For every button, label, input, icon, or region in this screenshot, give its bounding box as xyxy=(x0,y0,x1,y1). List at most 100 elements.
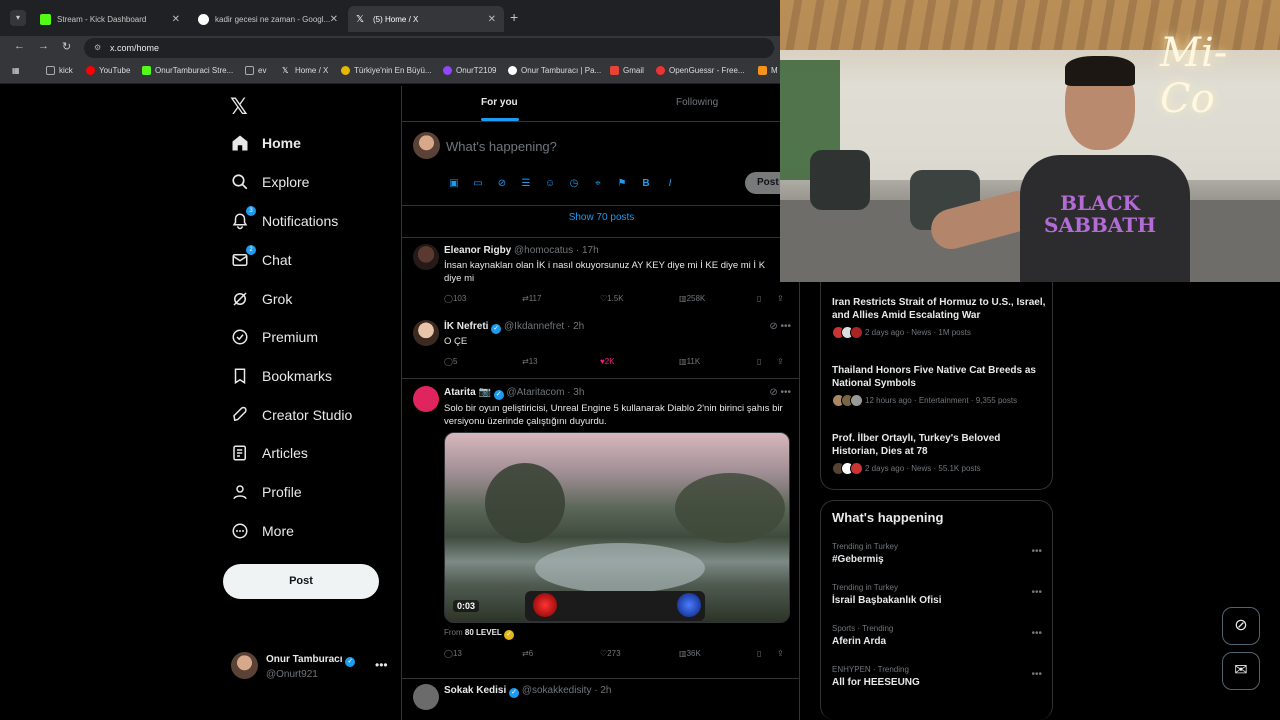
author-name[interactable]: Eleanor Rigby xyxy=(444,245,511,256)
nav-chat[interactable]: 2 Chat xyxy=(230,245,292,275)
author-handle[interactable]: @Ikdannefret xyxy=(504,321,564,332)
bookmark-kick[interactable]: kick xyxy=(46,66,73,75)
share-icon[interactable]: ⇪ xyxy=(777,357,784,366)
bookmark-youtube[interactable]: YouTube xyxy=(86,66,130,75)
news-item[interactable]: Prof. İlber Ortaylı, Turkey's Beloved Hi… xyxy=(832,432,1047,475)
nav-grok[interactable]: Grok xyxy=(230,284,292,314)
forward-icon[interactable]: → xyxy=(38,40,49,52)
nav-home[interactable]: Home xyxy=(230,128,301,158)
nav-explore[interactable]: Explore xyxy=(230,167,309,197)
tab-for-you[interactable]: For you xyxy=(481,97,518,108)
avatar[interactable] xyxy=(413,320,439,346)
location-icon[interactable]: ⌖ xyxy=(590,176,606,192)
bookmark-openguessr[interactable]: OpenGuessr - Free... xyxy=(656,66,745,75)
more-dots-icon[interactable]: ••• xyxy=(1031,546,1042,557)
bookmark-onurtamburaci-stream[interactable]: OnurTamburaci Stre... xyxy=(142,66,233,75)
repost-button[interactable]: ⇄ 6 xyxy=(522,649,533,658)
author-handle[interactable]: @homocatus xyxy=(514,245,573,256)
bookmark-onurt2109[interactable]: OnurT2109 xyxy=(443,66,496,75)
site-info-icon[interactable]: ⚙ xyxy=(94,38,101,58)
grok-icon[interactable]: ⊘ xyxy=(494,176,510,192)
tweet-time[interactable]: · 2h xyxy=(594,685,611,696)
apps-icon[interactable]: ▦ xyxy=(12,66,20,75)
share-icon[interactable]: ⇪ xyxy=(777,649,784,658)
views-button[interactable]: ▥ 36K xyxy=(679,649,701,658)
browser-tab-kick[interactable]: Stream - Kick Dashboard ✕ xyxy=(32,6,188,32)
bold-icon[interactable]: B xyxy=(638,176,654,192)
tweet-video[interactable]: 0:03 xyxy=(444,432,790,623)
bookmark-icon[interactable]: ▯ xyxy=(757,649,761,658)
tweet-time[interactable]: · 2h xyxy=(567,321,584,332)
bookmark-ev[interactable]: ev xyxy=(245,66,266,75)
new-tab-icon[interactable]: + xyxy=(510,9,518,25)
nav-more[interactable]: More xyxy=(230,516,294,546)
news-item[interactable]: Iran Restricts Strait of Hormuz to U.S.,… xyxy=(832,296,1047,339)
tab-following[interactable]: Following xyxy=(676,97,718,108)
trend-item[interactable]: Sports · Trending Aferin Arda ••• xyxy=(832,624,1042,647)
views-button[interactable]: ▥ 258K xyxy=(679,294,705,303)
author-handle[interactable]: @sokakkedisity xyxy=(522,685,592,696)
news-item[interactable]: Thailand Honors Five Native Cat Breeds a… xyxy=(832,364,1047,407)
share-icon[interactable]: ⇪ xyxy=(777,294,784,303)
trend-item[interactable]: ENHYPEN · Trending All for HEESEUNG ••• xyxy=(832,665,1042,688)
more-dots-icon[interactable]: ••• xyxy=(1031,669,1042,680)
nav-profile[interactable]: Profile xyxy=(230,477,302,507)
views-button[interactable]: ▥ 11K xyxy=(679,357,700,366)
back-icon[interactable]: ← xyxy=(14,40,25,52)
sidebar-post-button[interactable]: Post xyxy=(223,564,379,599)
close-icon[interactable]: ✕ xyxy=(488,14,496,25)
reply-button[interactable]: ◯ 13 xyxy=(444,649,462,658)
nav-premium[interactable]: Premium xyxy=(230,322,318,352)
tweet-time[interactable]: · 17h xyxy=(576,245,599,256)
author-handle[interactable]: @Ataritacom xyxy=(506,387,564,398)
author-name[interactable]: Sokak Kedisi xyxy=(444,685,506,696)
reply-button[interactable]: ◯ 103 xyxy=(444,294,466,303)
tab-search-icon[interactable]: ▾ xyxy=(10,10,26,26)
avatar[interactable] xyxy=(413,386,439,412)
emoji-icon[interactable]: ☺ xyxy=(542,176,558,192)
repost-button[interactable]: ⇄ 13 xyxy=(522,357,538,366)
address-bar[interactable]: ⚙ x.com/home xyxy=(84,38,774,58)
like-button[interactable]: ♥ 2K xyxy=(600,357,615,366)
browser-tab-x[interactable]: 𝕏 (5) Home / X ✕ xyxy=(348,6,504,32)
bookmark-onur-patreon[interactable]: Onur Tamburacı | Pa... xyxy=(508,66,601,75)
image-icon[interactable]: ▣ xyxy=(446,176,462,192)
bookmark-m[interactable]: M xyxy=(758,66,778,75)
author-name[interactable]: İK Nefreti xyxy=(444,321,488,332)
italic-icon[interactable]: I xyxy=(662,176,678,192)
trend-item[interactable]: Trending in Turkey #Gebermiş ••• xyxy=(832,542,1042,565)
tweet-time[interactable]: · 3h xyxy=(567,387,584,398)
avatar[interactable] xyxy=(413,684,439,710)
bookmark-gmail[interactable]: Gmail xyxy=(610,66,644,75)
tweet[interactable]: Eleanor Rigby @homocatus · 17h ⊘ İnsan k… xyxy=(402,238,799,313)
tweet[interactable]: Atarita 📷 ✓ @Ataritacom · 3h ⊘ ••• Solo … xyxy=(402,378,799,678)
compose-input[interactable]: What's happening? xyxy=(446,139,557,154)
like-button[interactable]: ♡ 1.5K xyxy=(600,294,624,303)
nav-articles[interactable]: Articles xyxy=(230,438,308,468)
tweet[interactable]: Sokak Kedisi ✓ @sokakkedisity · 2h xyxy=(402,678,799,720)
more-dots-icon[interactable]: ••• xyxy=(1031,587,1042,598)
browser-tab-google[interactable]: kadir gecesi ne zaman - Googl... ✕ xyxy=(190,6,346,32)
more-dots-icon[interactable]: ⊘ ••• xyxy=(769,321,791,332)
reload-icon[interactable]: ↻ xyxy=(62,40,71,53)
bookmark-turkiye[interactable]: Türkiye'nin En Büyü... xyxy=(341,66,432,75)
nav-bookmarks[interactable]: Bookmarks xyxy=(230,361,332,391)
x-logo-icon[interactable]: 𝕏 xyxy=(230,94,248,120)
more-dots-icon[interactable]: ••• xyxy=(1031,628,1042,639)
author-name[interactable]: Atarita 📷 xyxy=(444,387,491,398)
source-name[interactable]: 80 LEVEL xyxy=(465,628,502,637)
reply-button[interactable]: ◯ 5 xyxy=(444,357,457,366)
avatar[interactable] xyxy=(413,244,439,270)
close-icon[interactable]: ✕ xyxy=(172,14,180,25)
like-button[interactable]: ♡ 273 xyxy=(600,649,621,658)
gif-icon[interactable]: ▭ xyxy=(470,176,486,192)
schedule-icon[interactable]: ◷ xyxy=(566,176,582,192)
media-source[interactable]: From 80 LEVEL ✓ xyxy=(444,626,784,640)
trend-item[interactable]: Trending in Turkey İsrail Başbakanlık Of… xyxy=(832,583,1042,606)
tweet[interactable]: İK Nefreti ✓ @Ikdannefret · 2h ⊘ ••• O Ç… xyxy=(402,313,799,378)
account-switcher[interactable]: Onur Tamburacı ✓ @Onurt921 ••• xyxy=(231,652,391,682)
repost-button[interactable]: ⇄ 117 xyxy=(522,294,541,303)
more-dots-icon[interactable]: ••• xyxy=(375,658,388,672)
nav-creator-studio[interactable]: Creator Studio xyxy=(230,400,352,430)
bookmark-icon[interactable]: ▯ xyxy=(757,357,761,366)
